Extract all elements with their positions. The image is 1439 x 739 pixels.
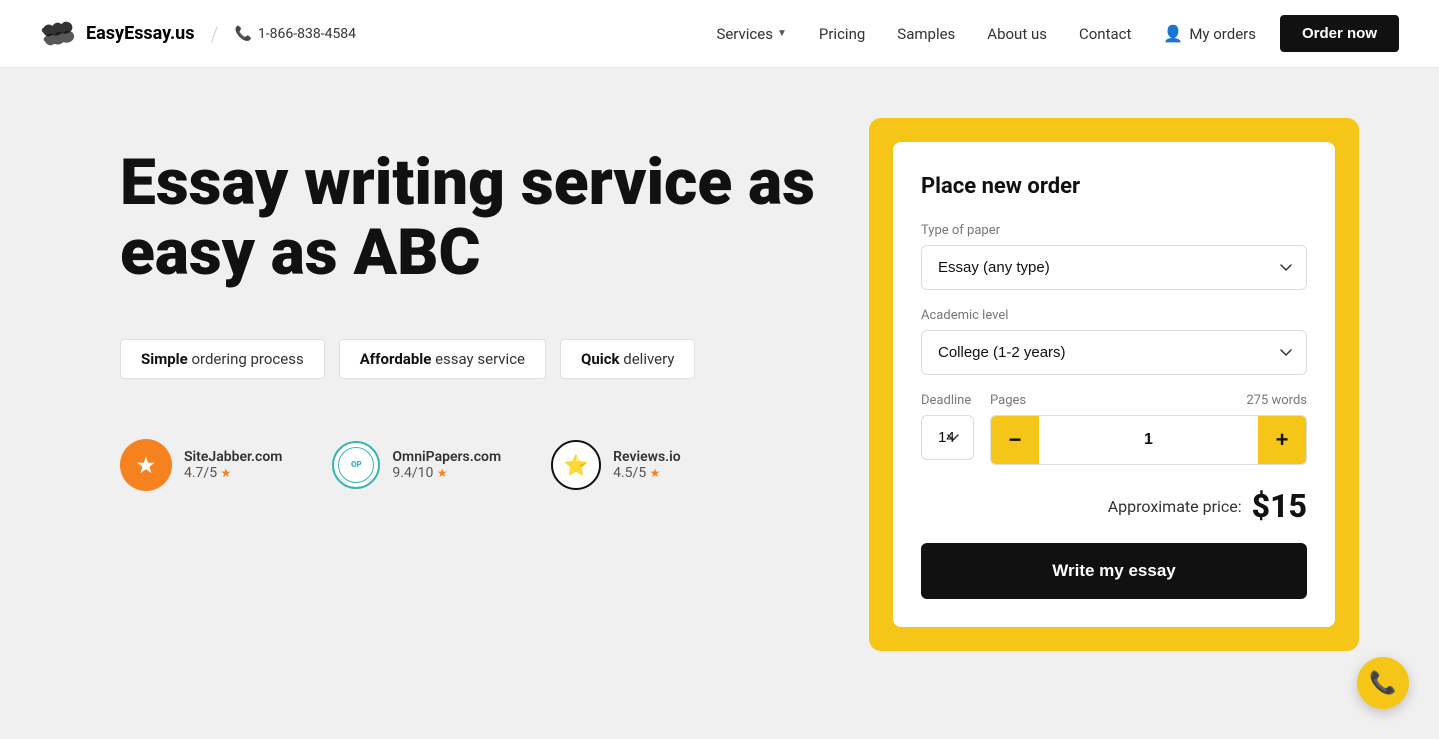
pages-group: Pages 275 words − +	[990, 393, 1307, 465]
nav-services[interactable]: Services ▼	[716, 25, 786, 43]
badge-simple: Simple ordering process	[120, 339, 325, 379]
price-value: $15	[1252, 487, 1307, 525]
words-count: 275 words	[1246, 393, 1307, 408]
nav-pricing[interactable]: Pricing	[819, 25, 865, 43]
sitejabber-icon: ★	[120, 439, 172, 491]
logo-icon	[40, 20, 76, 48]
reviews-score: 4.5/5 ★	[613, 465, 681, 481]
order-form-container: Place new order Type of paper Essay (any…	[869, 128, 1359, 651]
pages-control: − +	[990, 415, 1307, 465]
phone-area: 📞 1-866-838-4584	[234, 26, 356, 42]
nav-about[interactable]: About us	[987, 25, 1047, 43]
header: EasyEssay.us / 📞 1-866-838-4584 Services…	[0, 0, 1439, 68]
pages-increment-button[interactable]: +	[1258, 416, 1306, 464]
approx-label: Approximate price:	[1108, 497, 1242, 516]
deadline-group: Deadline 14 days 7 days 5 days 3 days 2 …	[921, 393, 974, 460]
omnipapers-source: OmniPapers.com	[392, 449, 501, 465]
hero-title: Essay writing service as easy as ABC	[120, 148, 820, 289]
order-card: Place new order Type of paper Essay (any…	[893, 142, 1335, 627]
header-divider: /	[211, 22, 219, 46]
nav-samples[interactable]: Samples	[897, 25, 955, 43]
academic-level-select[interactable]: High School College (1-2 years) Universi…	[921, 330, 1307, 375]
write-essay-button[interactable]: Write my essay	[921, 543, 1307, 599]
badge-quick: Quick delivery	[560, 339, 695, 379]
nav-my-orders[interactable]: 👤 My orders	[1163, 24, 1256, 43]
deadline-pages-row: Deadline 14 days 7 days 5 days 3 days 2 …	[921, 393, 1307, 465]
deadline-select[interactable]: 14 days 7 days 5 days 3 days 2 days 24 h…	[921, 415, 974, 460]
omnipapers-score: 9.4/10 ★	[392, 465, 501, 481]
rating-sitejabber: ★ SiteJabber.com 4.7/5 ★	[120, 439, 282, 491]
hero-ratings: ★ SiteJabber.com 4.7/5 ★ OP OmniPapers.c…	[120, 439, 820, 491]
deadline-label: Deadline	[921, 393, 974, 408]
chat-icon: 📞	[1369, 671, 1396, 696]
rating-reviews: ⭐ Reviews.io 4.5/5 ★	[551, 440, 681, 490]
rating-omnipapers: OP OmniPapers.com 9.4/10 ★	[332, 441, 501, 489]
academic-level-group: Academic level High School College (1-2 …	[921, 308, 1307, 375]
phone-number[interactable]: 1-866-838-4584	[258, 26, 356, 42]
hero-section: Essay writing service as easy as ABC Sim…	[0, 68, 1439, 739]
order-form-title: Place new order	[921, 174, 1307, 199]
nav-contact[interactable]: Contact	[1079, 25, 1131, 43]
sitejabber-score: 4.7/5 ★	[184, 465, 282, 481]
paper-type-group: Type of paper Essay (any type) Research …	[921, 223, 1307, 290]
hero-badges: Simple ordering process Affordable essay…	[120, 339, 820, 379]
phone-icon: 📞	[234, 26, 251, 42]
paper-type-select[interactable]: Essay (any type) Research Paper Term Pap…	[921, 245, 1307, 290]
logo[interactable]: EasyEssay.us	[40, 20, 195, 48]
order-card-wrapper: Place new order Type of paper Essay (any…	[869, 118, 1359, 651]
sitejabber-source: SiteJabber.com	[184, 449, 282, 465]
hero-left: Essay writing service as easy as ABC Sim…	[120, 128, 820, 491]
academic-label: Academic level	[921, 308, 1307, 323]
reviews-source: Reviews.io	[613, 449, 681, 465]
omnipapers-icon: OP	[332, 441, 380, 489]
paper-type-label: Type of paper	[921, 223, 1307, 238]
chat-button[interactable]: 📞	[1357, 657, 1409, 709]
pages-decrement-button[interactable]: −	[991, 416, 1039, 464]
chevron-down-icon: ▼	[777, 28, 787, 39]
pages-label: Pages	[990, 393, 1026, 408]
badge-affordable: Affordable essay service	[339, 339, 546, 379]
logo-text: EasyEssay.us	[86, 23, 195, 44]
price-row: Approximate price: $15	[921, 487, 1307, 525]
pages-input[interactable]	[1039, 431, 1258, 449]
main-nav: Services ▼ Pricing Samples About us Cont…	[716, 24, 1256, 43]
order-now-button[interactable]: Order now	[1280, 15, 1399, 52]
reviews-icon: ⭐	[551, 440, 601, 490]
user-icon: 👤	[1163, 24, 1183, 43]
